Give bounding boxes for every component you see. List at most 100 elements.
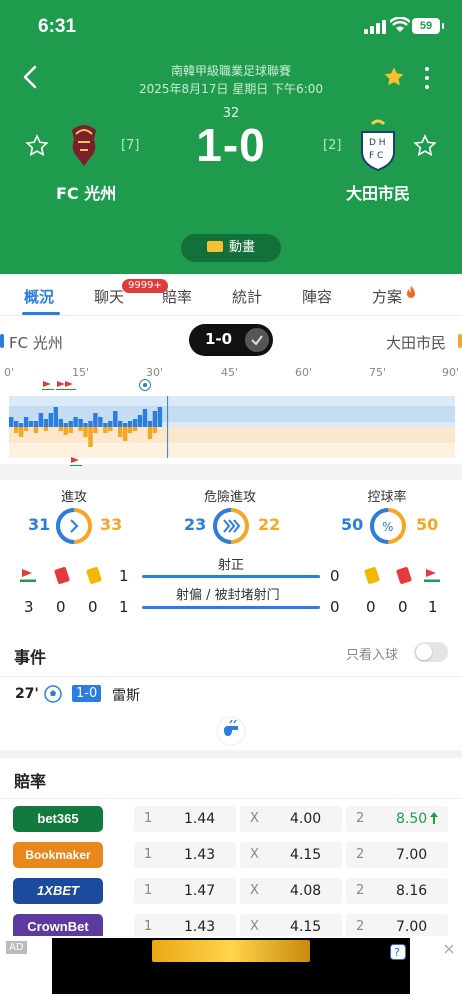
corner-flag-icon	[64, 381, 76, 390]
away-team-name[interactable]: 大田市民	[346, 180, 410, 204]
possession-label: 控球率	[367, 490, 407, 505]
momentum-score-pill: 1-0	[189, 324, 273, 356]
events-panel: 事件 只看入球 27' 1-0 雷斯	[0, 632, 462, 750]
odds-row[interactable]: bet365 1 1.44 X 4.00 2 8.50	[0, 806, 462, 834]
flame-icon	[407, 286, 415, 298]
tick-label: 75'	[369, 366, 387, 379]
home-momentum-bar	[83, 423, 88, 427]
animation-button[interactable]: 動畫	[181, 234, 281, 262]
home-momentum-bar	[103, 423, 108, 427]
odds-row[interactable]: Bookmaker 1 1.43 X 4.15 2 7.00	[0, 842, 462, 870]
tick-label: 60'	[295, 366, 313, 379]
away-on-target-count: 0	[330, 567, 340, 585]
ad-banner[interactable]: AD ?	[0, 936, 462, 1000]
odds-home: 1.43	[184, 847, 216, 863]
away-momentum-bar	[58, 427, 63, 431]
battery-icon: 59	[412, 18, 444, 34]
goals-only-toggle[interactable]	[414, 642, 448, 662]
odds-home: 1.47	[184, 883, 216, 899]
goals-only-label: 只看入球	[346, 648, 399, 663]
svg-text:%: %	[382, 520, 393, 534]
odds-index: 2	[356, 919, 365, 934]
away-momentum-bar	[93, 427, 98, 433]
home-momentum-bar	[9, 417, 14, 427]
odds-away: 8.16	[396, 883, 428, 899]
possession-ring-icon: %	[370, 508, 406, 544]
home-momentum-bar	[137, 415, 143, 427]
favorite-star-icon[interactable]	[383, 66, 405, 88]
odds-index: 2	[356, 811, 365, 826]
home-momentum-bar	[152, 411, 158, 427]
possession-away: 50	[416, 515, 439, 534]
odds-draw: 4.15	[290, 919, 322, 935]
off-target-bar	[142, 606, 320, 609]
bookmaker-logo: 1XBET	[13, 878, 103, 904]
attack-home: 31	[28, 515, 51, 534]
home-momentum-bar	[73, 417, 78, 427]
momentum-score: 1-0	[205, 330, 233, 348]
home-momentum-bar	[132, 419, 138, 427]
home-momentum-bar	[53, 407, 58, 427]
event-row: 27' 1-0 雷斯	[0, 680, 462, 712]
svg-text:D H: D H	[369, 138, 386, 148]
match-page: 6:31 59 南韓甲級職業足球聯賽 2025年8月17日 星期日 下午6:00…	[0, 0, 462, 1000]
ad-close-icon[interactable]	[444, 944, 454, 954]
away-momentum-bar	[43, 427, 49, 431]
momentum-chart	[9, 396, 455, 458]
home-follow-star-icon[interactable]	[25, 134, 49, 158]
odds-home: 1.44	[184, 811, 216, 827]
home-momentum-bar	[38, 413, 44, 427]
away-momentum-bar	[18, 427, 24, 437]
tick-label: 30'	[146, 366, 164, 379]
tab-lineup[interactable]: 陣容	[302, 286, 332, 307]
home-momentum-bar	[118, 421, 123, 427]
home-off-target: 1	[119, 598, 129, 616]
odds-title: 賠率	[14, 772, 47, 791]
home-momentum-bar	[14, 421, 19, 427]
home-momentum-bar	[108, 421, 113, 427]
home-momentum-bar	[127, 421, 133, 427]
home-red-cards: 0	[56, 598, 66, 616]
momentum-panel: FC 光州 1-0 大田市民 0' 15' 30' 45' 60' 75' 90…	[0, 316, 462, 466]
away-momentum-bar	[123, 427, 128, 441]
away-momentum-bar	[68, 427, 73, 433]
svg-text:?: ?	[394, 946, 400, 959]
event-player[interactable]: 雷斯	[112, 685, 140, 705]
home-momentum-bar	[113, 411, 118, 427]
tab-chat[interactable]: 聊天	[94, 286, 124, 307]
momentum-away-name: 大田市民	[386, 334, 447, 352]
more-menu-icon[interactable]	[424, 67, 430, 89]
away-red-cards: 0	[398, 598, 408, 616]
match-header: 6:31 59 南韓甲級職業足球聯賽 2025年8月17日 星期日 下午6:00…	[0, 0, 462, 274]
home-momentum-bar	[157, 407, 163, 427]
ad-info-icon[interactable]: ?	[390, 944, 406, 960]
danger-ring-icon	[213, 508, 249, 544]
danger-label: 危險進攻	[203, 490, 256, 505]
away-momentum-bar	[63, 427, 68, 435]
odds-row[interactable]: 1XBET 1 1.47 X 4.08 2 8.16	[0, 878, 462, 906]
wifi-icon	[390, 17, 410, 32]
odds-index: 1	[144, 883, 153, 898]
odds-index: 1	[144, 847, 153, 862]
home-momentum-bar	[43, 419, 49, 427]
away-momentum-bar	[23, 427, 29, 431]
tick-label: 45'	[221, 366, 239, 379]
odds-index: 1	[144, 811, 153, 826]
ad-creative[interactable]: ?	[52, 938, 410, 994]
tab-overview[interactable]: 概況	[24, 286, 54, 307]
home-team-name[interactable]: FC 光州	[56, 180, 116, 204]
away-momentum-bar	[132, 427, 138, 431]
active-tab-indicator	[22, 312, 60, 315]
odds-index: X	[250, 883, 259, 898]
tick-label: 90'	[442, 366, 460, 379]
tab-tips[interactable]: 方案	[372, 286, 402, 307]
tab-stats[interactable]: 統計	[232, 286, 262, 307]
home-team-logo	[72, 125, 96, 166]
away-follow-star-icon[interactable]	[413, 134, 437, 158]
odds-index: 1	[144, 919, 153, 934]
momentum-home-name: FC 光州	[9, 334, 63, 352]
home-momentum-bar	[63, 423, 68, 427]
tick-label: 15'	[72, 366, 90, 379]
home-momentum-bar	[68, 421, 73, 427]
pitch-icon	[206, 240, 223, 252]
